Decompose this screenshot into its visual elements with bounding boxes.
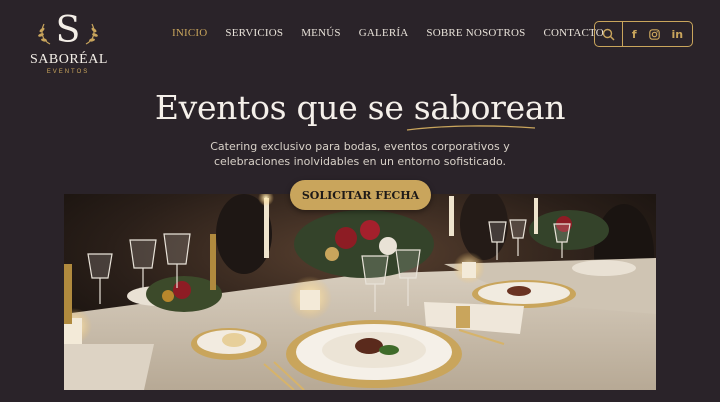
nav-item-galeria[interactable]: GALERÍA [359,27,409,39]
brand-logo[interactable]: S SABORÉAL EVENTOS [30,10,108,75]
header-tools: f in [594,21,693,47]
search-button[interactable] [595,22,623,46]
social-links: f in [623,28,692,41]
facebook-icon[interactable]: f [632,28,637,41]
nav-item-servicios[interactable]: SERVICIOS [225,27,283,39]
hero-title: Eventos que se saborean [154,88,566,127]
main-nav: INICIO SERVICIOS MENÚS GALERÍA SOBRE NOS… [172,27,604,39]
hero-banquet-image [64,194,656,390]
nav-item-sobre-nosotros[interactable]: SOBRE NOSOTROS [426,27,525,39]
logo-monogram: S [30,10,106,52]
request-date-button[interactable]: SOLICITAR FECHA [290,180,431,210]
laurel-right-icon [85,23,98,45]
hero-subtitle-line2: celebraciones inolvidables en un entorno… [213,155,507,168]
nav-item-menus[interactable]: MENÚS [301,27,341,39]
laurel-left-icon [38,23,51,45]
title-underline-decoration [406,125,536,131]
search-icon [602,28,615,41]
banquet-illustration [64,194,656,390]
linkedin-icon[interactable]: in [671,28,683,41]
instagram-icon[interactable] [648,28,660,40]
nav-item-inicio[interactable]: INICIO [172,27,207,39]
brand-tagline: EVENTOS [46,69,90,75]
hero-subtitle-line1: Catering exclusivo para bodas, eventos c… [210,140,510,153]
brand-name: SABORÉAL [30,52,108,67]
hero-subtitle: Catering exclusivo para bodas, eventos c… [0,139,720,169]
